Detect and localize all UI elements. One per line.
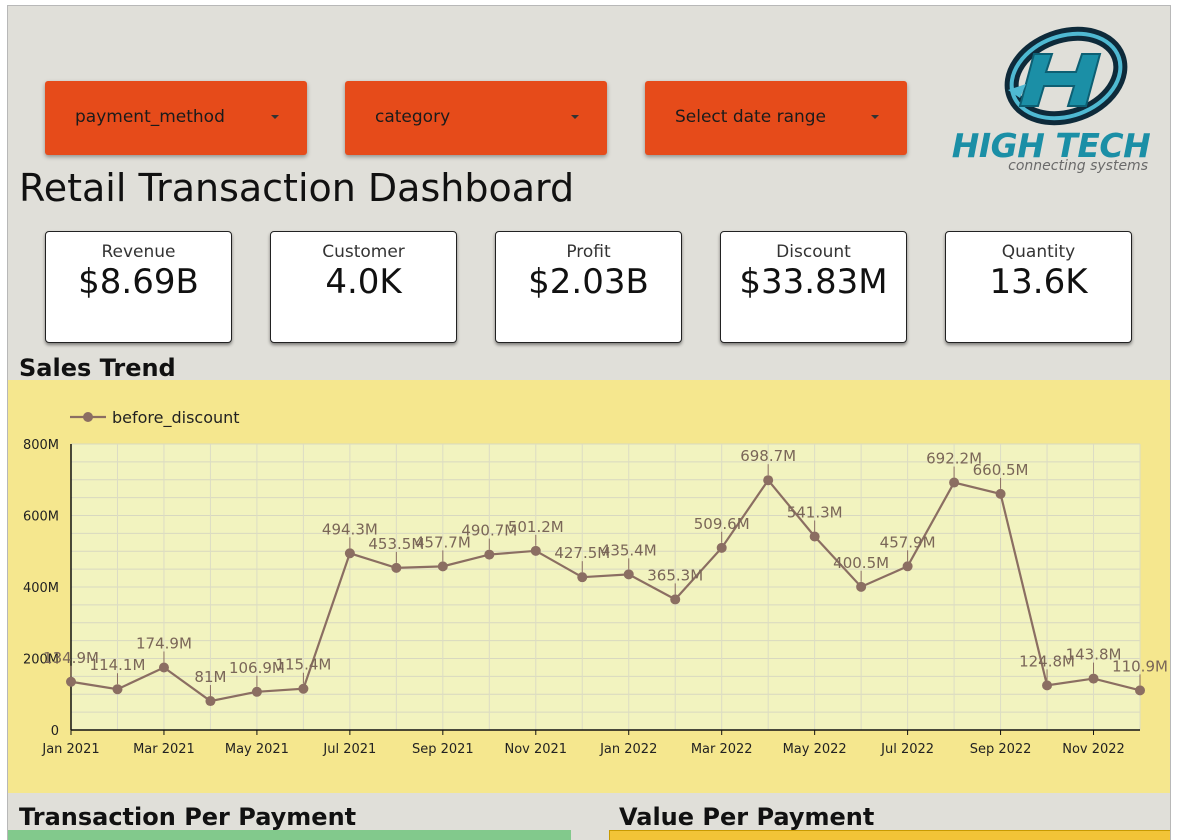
data-point (577, 572, 588, 583)
chevron-down-icon (571, 115, 579, 119)
data-point (902, 561, 913, 572)
data-label: 81M (194, 668, 226, 686)
data-label: 501.2M (508, 518, 564, 536)
x-tick-label: Nov 2021 (504, 742, 567, 757)
data-point (995, 488, 1006, 499)
data-label: 457.9M (880, 533, 936, 551)
data-point (670, 594, 681, 605)
data-point (344, 548, 355, 559)
data-point (530, 545, 541, 556)
x-tick-label: Nov 2022 (1062, 742, 1125, 757)
data-label: 435.4M (601, 541, 657, 559)
data-point (809, 531, 820, 542)
legend-label: before_discount (112, 408, 240, 428)
data-point (1135, 685, 1145, 696)
data-point (251, 686, 262, 697)
kpi-card-customer: Customer 4.0K (270, 231, 457, 343)
data-label: 660.5M (973, 461, 1029, 479)
x-tick-label: May 2022 (783, 742, 847, 757)
y-tick-label: 800M (23, 438, 59, 453)
x-tick-label: Mar 2021 (133, 742, 195, 757)
kpi-card-profit: Profit $2.03B (495, 231, 682, 343)
data-label: 174.9M (136, 634, 192, 652)
kpi-value: 4.0K (325, 262, 402, 302)
data-point (856, 581, 867, 592)
x-tick-label: Jul 2022 (880, 742, 934, 757)
date-range-filter-label: Select date range (675, 107, 827, 127)
data-label: 541.3M (787, 503, 843, 521)
kpi-label: Quantity (1001, 242, 1076, 262)
x-tick-label: Jul 2021 (322, 742, 376, 757)
dashboard-title: Retail Transaction Dashboard (19, 166, 575, 210)
kpi-value: $2.03B (528, 262, 649, 302)
kpi-label: Revenue (101, 242, 176, 262)
sales-trend-title: Sales Trend (19, 354, 176, 382)
logo-tagline: connecting systems (1008, 158, 1148, 174)
kpi-label: Discount (776, 242, 851, 262)
data-point (623, 569, 634, 580)
payment-method-filter-label: payment_method (75, 107, 225, 127)
kpi-card-discount: Discount $33.83M (720, 231, 907, 343)
data-point (1088, 673, 1099, 684)
company-logo: HIGH TECH connecting systems (946, 26, 1156, 176)
data-label: 114.1M (90, 656, 146, 674)
data-label: 400.5M (833, 554, 889, 572)
data-point (1042, 680, 1053, 691)
data-label: 110.9M (1112, 657, 1168, 675)
x-tick-label: May 2021 (225, 742, 289, 757)
dashboard-frame: payment_method category Select date rang… (7, 5, 1171, 840)
kpi-label: Profit (566, 242, 611, 262)
data-point (66, 676, 76, 687)
data-point (391, 562, 402, 573)
sales-trend-chart: 0200M400M600M800MJan 2021 Mar 2021 May 202… (23, 408, 1168, 757)
chevron-down-icon (871, 115, 879, 119)
kpi-label: Customer (322, 242, 405, 262)
x-tick-label: Jan 2021 (41, 742, 99, 757)
data-point (437, 561, 448, 572)
data-label: 365.3M (647, 566, 703, 584)
x-tick-label: Sep 2021 (412, 742, 474, 757)
chevron-down-icon (271, 115, 279, 119)
payment-method-filter[interactable]: payment_method (45, 81, 307, 155)
data-point (298, 683, 309, 694)
category-filter-label: category (375, 107, 451, 127)
kpi-value: $8.69B (78, 262, 199, 302)
legend-marker (83, 412, 93, 422)
x-tick-label: Jan 2022 (599, 742, 657, 757)
logo-emblem-icon (1004, 26, 1128, 126)
x-tick-label: Sep 2022 (970, 742, 1032, 757)
data-label: 115.4M (275, 656, 331, 674)
data-point (112, 684, 123, 695)
data-point (716, 542, 727, 553)
kpi-card-quantity: Quantity 13.6K (945, 231, 1132, 343)
y-tick-label: 600M (23, 510, 59, 525)
data-label: 509.6M (694, 515, 750, 533)
kpi-card-revenue: Revenue $8.69B (45, 231, 232, 343)
data-point (484, 549, 495, 560)
date-range-filter[interactable]: Select date range (645, 81, 907, 155)
y-tick-label: 0 (51, 724, 59, 739)
x-tick-label: Mar 2022 (691, 742, 753, 757)
sales-trend-chart-panel: 0 200M 400M 600M 800M Jan 2021 Mar 2021 May 202… (8, 380, 1170, 793)
kpi-value: 13.6K (989, 262, 1088, 302)
value-per-payment-title: Value Per Payment (619, 803, 875, 831)
data-point (763, 475, 774, 486)
transaction-per-payment-title: Transaction Per Payment (19, 803, 357, 831)
category-filter[interactable]: category (345, 81, 607, 155)
data-label: 698.7M (740, 447, 796, 465)
data-point (205, 696, 216, 707)
data-point (158, 662, 169, 673)
y-tick-label: 400M (23, 581, 59, 596)
data-point (949, 477, 960, 488)
kpi-value: $33.83M (739, 262, 888, 302)
